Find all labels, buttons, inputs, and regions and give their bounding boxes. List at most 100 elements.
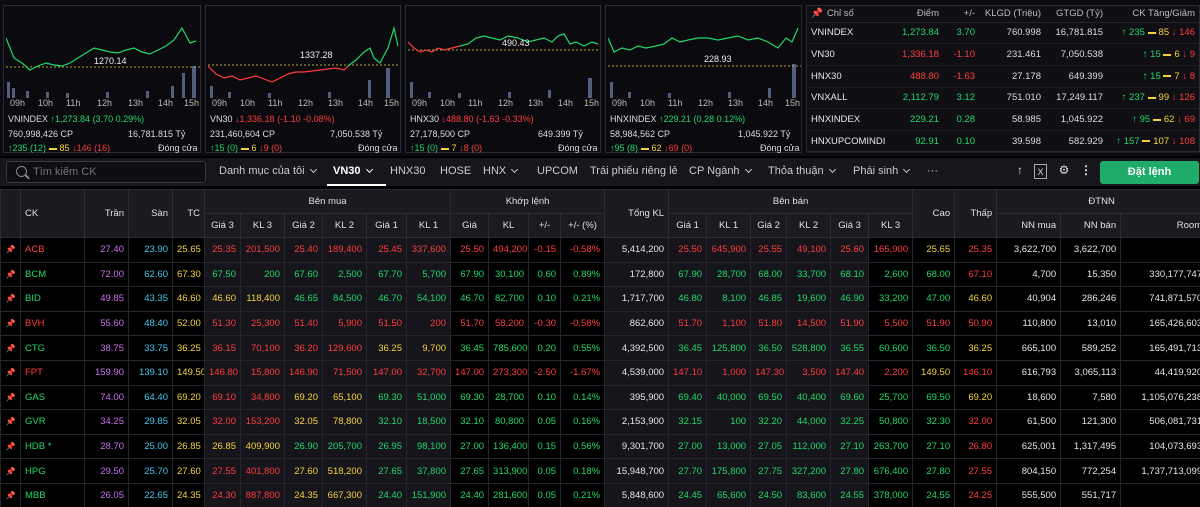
col-ask-vol-2[interactable]: KL 2 <box>786 213 832 238</box>
table-row[interactable]: 📌 ACB 27.40 23.90 25.65 25.35 201,500 25.40 189,… <box>0 237 1200 263</box>
table-row[interactable]: 📌 BVH 55.60 48.40 52.00 51.30 25,300 51.40 5,900… <box>0 310 1200 337</box>
tab-industry[interactable]: CP Ngành <box>689 165 752 177</box>
tab-hnx30[interactable]: HNX30 <box>390 165 425 177</box>
table-row[interactable]: 📌 MBB 26.05 22.65 24.35 24.30 887,800 24.35 667,… <box>0 482 1200 507</box>
tab-hose[interactable]: HOSE <box>440 165 471 177</box>
index-value: 649.399 Tỷ <box>538 129 583 139</box>
table-row[interactable]: 📌 HPG 29.50 25.70 27.60 27.55 401,800 27.60 518,… <box>0 458 1200 484</box>
cell-symbol[interactable]: HDB * <box>20 433 85 460</box>
cell-symbol[interactable]: BID <box>20 286 85 312</box>
tab-derivatives[interactable]: Phái sinh <box>853 165 911 177</box>
cell-ask-price-2: 24.50 <box>750 482 788 507</box>
cell-symbol[interactable]: BCM <box>20 261 85 288</box>
table-row[interactable]: 📌 GVR 34.25 29.85 32.05 32.00 153,200 32.05 78,8… <box>0 409 1200 435</box>
arrow-up-icon[interactable]: ↑ <box>1012 163 1028 179</box>
cell-bid-price-3: 25.35 <box>204 237 241 263</box>
gear-icon[interactable]: ⚙ <box>1056 163 1072 179</box>
cell-ask-vol-3: 263,700 <box>868 433 914 460</box>
col-ask-vol-1[interactable]: KL 1 <box>706 213 752 238</box>
cell-symbol[interactable]: GAS <box>20 384 85 411</box>
pin-icon[interactable]: 📌 <box>0 433 21 460</box>
vn30-chart-card[interactable]: 1337.28 09h 10h 11h 12h 13h 14h 15h VN30 ↓1,33… <box>205 5 401 153</box>
col-ask-vol-3[interactable]: KL 3 <box>868 213 914 238</box>
tab-upcom[interactable]: UPCOM <box>537 165 578 177</box>
col-bid-vol-3[interactable]: KL 3 <box>240 213 285 238</box>
index-summary-row[interactable]: HNXUPCOMINDI 92.91 0.10 39.598 582.929 ↑ 157 … <box>807 130 1199 153</box>
col-match-change-pct[interactable]: +/- (%) <box>560 213 606 238</box>
cell-symbol[interactable]: ACB <box>20 237 85 263</box>
index-summary-row[interactable]: VNXALL 2,112.79 3.12 751.010 17,249.117 ↑ 237… <box>807 87 1199 110</box>
col-ask-price-3[interactable]: Giá 3 <box>830 213 870 238</box>
col-ask-price-1[interactable]: Giá 1 <box>668 213 708 238</box>
pin-icon[interactable]: 📌 <box>0 286 21 312</box>
col-reference[interactable]: TC <box>172 189 205 238</box>
col-low[interactable]: Thấp <box>954 189 998 238</box>
index-summary-row[interactable]: HNX30 488.80 -1.63 27.178 649.399 ↑ 15 7 ↓ 8 <box>807 65 1199 88</box>
index-summary-row[interactable]: VNINDEX 1,273.84 3.70 760.998 16,781.815 ↑ 23… <box>807 22 1199 45</box>
table-row[interactable]: 📌 HDB * 28.70 25.00 26.85 26.85 409,900 26.90 20… <box>0 433 1200 460</box>
tab-vn30[interactable]: VN30 <box>327 165 385 186</box>
tab-negotiated[interactable]: Thỏa thuận <box>768 165 836 177</box>
table-row[interactable]: 📌 FPT 159.90 139.10 149.50 146.80 15,800 146.90… <box>0 359 1200 386</box>
pin-icon[interactable]: 📌 <box>0 310 21 337</box>
col-total-volume[interactable]: Tổng KL <box>604 189 670 238</box>
col-match-vol[interactable]: KL <box>488 213 530 238</box>
pin-icon[interactable]: 📌 <box>0 458 21 484</box>
more-vertical-icon[interactable]: ⋮ <box>1078 163 1094 179</box>
pin-icon[interactable]: 📌 <box>0 261 21 288</box>
col-ceiling[interactable]: Trần <box>84 189 129 238</box>
tab-hnx[interactable]: HNX <box>483 165 519 177</box>
col-foreign-room[interactable]: Room <box>1120 213 1200 238</box>
col-floor[interactable]: Sàn <box>128 189 173 238</box>
cell-symbol[interactable]: FPT <box>20 359 85 386</box>
cell-symbol[interactable]: BVH <box>20 310 85 337</box>
pin-icon[interactable]: 📌 <box>0 409 21 435</box>
excel-icon[interactable]: X <box>1034 164 1047 179</box>
cell-bid-vol-1: 51,000 <box>405 384 452 411</box>
cell-match-change: -0.15 <box>528 237 562 263</box>
col-foreign-sell[interactable]: NN bán <box>1060 213 1122 238</box>
table-row[interactable]: 📌 BCM 72.00 62.60 67.30 67.50 200 67.60 2,500 67.… <box>0 261 1200 288</box>
table-row[interactable]: 📌 BID 49.85 43.35 46.60 46.60 118,400 46.65 84,5… <box>0 286 1200 312</box>
col-bid-price-2[interactable]: Giá 2 <box>284 213 323 238</box>
cell-symbol[interactable]: MBB <box>20 482 85 507</box>
col-index[interactable]: 📌 Chỉ số <box>807 6 895 23</box>
tab-more[interactable]: ··· <box>927 165 938 177</box>
col-bid-vol-1[interactable]: KL 1 <box>405 213 452 238</box>
col-match-change[interactable]: +/- <box>528 213 562 238</box>
tab-watchlist[interactable]: Danh mục của tôi <box>219 165 317 177</box>
index-summary-row[interactable]: VN30 1,336.18 -1.10 231.461 7,050.538 ↑ 15 6 … <box>807 43 1199 66</box>
col-ask-price-2[interactable]: Giá 2 <box>750 213 788 238</box>
search-input[interactable] <box>33 164 203 180</box>
col-bid-price-3[interactable]: Giá 3 <box>204 213 241 238</box>
cell-bid-price-3: 51.30 <box>204 310 241 337</box>
cell-ask-price-3: 32.25 <box>830 409 870 435</box>
col-bid-vol-2[interactable]: KL 2 <box>322 213 367 238</box>
table-row[interactable]: 📌 CTG 38.75 33.75 36.25 36.15 70,100 36.20 129,6… <box>0 335 1200 361</box>
pin-icon[interactable]: 📌 <box>0 359 21 386</box>
unchanged: 85 <box>59 143 70 153</box>
pin-icon[interactable]: 📌 <box>0 384 21 411</box>
cell-symbol[interactable]: HPG <box>20 458 85 484</box>
col-bid-price-1[interactable]: Giá 1 <box>366 213 407 238</box>
pin-icon[interactable]: 📌 <box>0 237 21 263</box>
col-symbol[interactable]: CK <box>20 189 85 238</box>
hnxindex-chart-card[interactable]: 228.93 09h 10h 11h 12h 13h 14h 15h HNXINDEX ↑2… <box>605 5 802 153</box>
vnindex-chart-card[interactable]: 1270.14 09h 10h 11h 12h 13h 14h 15h VNINDEX ↑1… <box>3 5 201 153</box>
time-axis: 09h 10h 11h 12h 13h 14h 15h <box>6 98 199 110</box>
col-foreign-buy[interactable]: NN mua <box>996 213 1062 238</box>
col-high[interactable]: Cao <box>912 189 956 238</box>
index-summary-row[interactable]: HNXINDEX 229.21 0.28 58.985 1,045.922 ↑ 95 62… <box>807 108 1199 131</box>
cell-symbol[interactable]: GVR <box>20 409 85 435</box>
col-match-price[interactable]: Giá <box>450 213 490 238</box>
pin-icon[interactable]: 📌 <box>0 335 21 361</box>
index-breadth: ↑ 235 85 ↓ 146 <box>1107 22 1199 45</box>
search-box[interactable] <box>6 161 206 183</box>
pin-icon[interactable]: 📌 <box>0 482 21 507</box>
hnx30-chart-card[interactable]: 490.43 09h 10h 11h 12h 13h 14h 15h HNX30 ↓488.… <box>405 5 601 153</box>
place-order-button[interactable]: Đặt lệnh <box>1100 161 1199 184</box>
table-row[interactable]: 📌 GAS 74.00 64.40 69.20 69.10 34,800 69.20 65,10… <box>0 384 1200 411</box>
cell-bid-price-2: 67.60 <box>284 261 323 288</box>
tab-private-bonds[interactable]: Trái phiếu riêng lẻ <box>590 165 678 177</box>
cell-symbol[interactable]: CTG <box>20 335 85 361</box>
